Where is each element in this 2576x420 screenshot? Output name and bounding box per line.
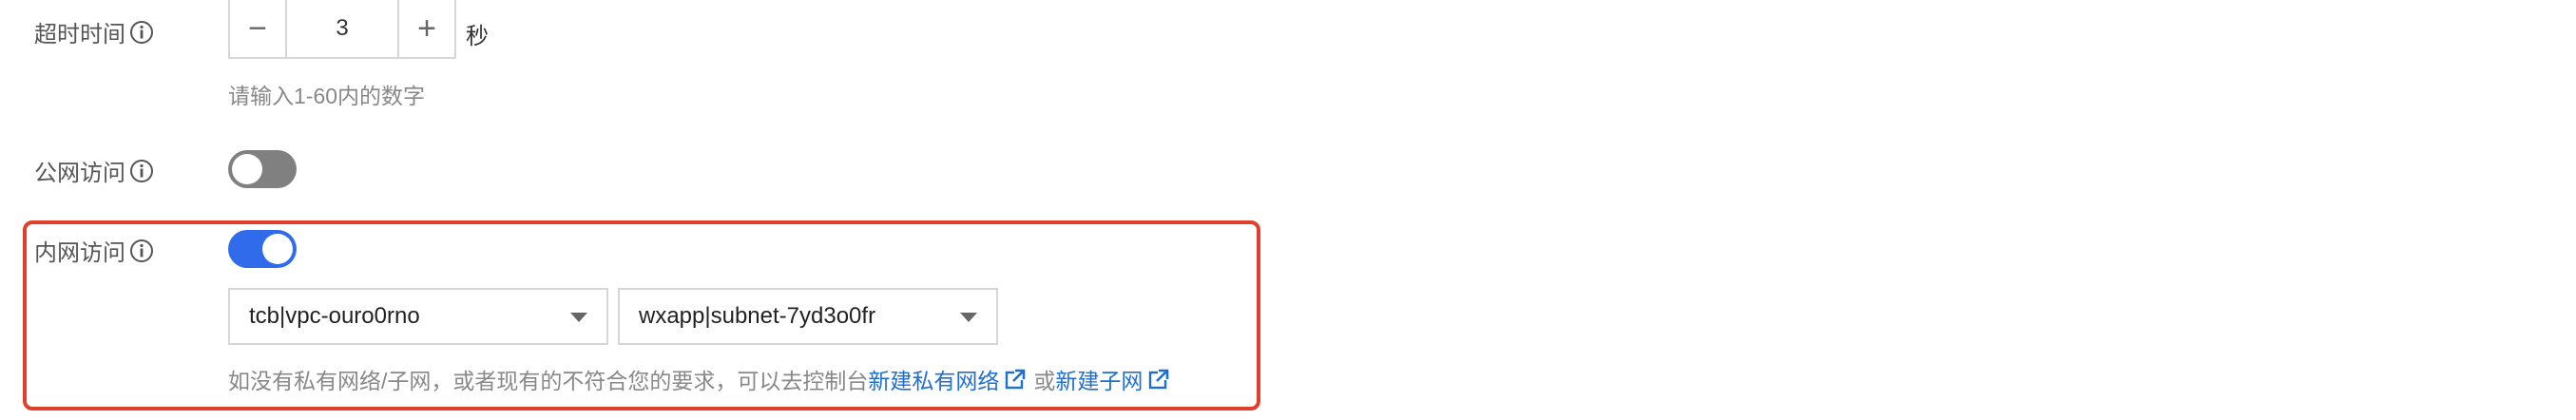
- private-access-label-row: 内网访问: [34, 234, 154, 267]
- public-access-toggle[interactable]: [228, 150, 297, 188]
- external-link-icon[interactable]: [1148, 369, 1169, 390]
- timeout-label-row: 超时时间: [34, 15, 154, 48]
- increment-button[interactable]: +: [397, 0, 454, 57]
- caret-down-icon: [570, 313, 587, 322]
- timeout-label: 超时时间: [34, 22, 125, 48]
- network-hint-text: 如没有私有网络/子网，或者现有的不符合您的要求，可以去控制台: [228, 369, 869, 393]
- private-access-label: 内网访问: [34, 240, 125, 266]
- info-circle-icon[interactable]: [129, 159, 154, 183]
- info-circle-icon[interactable]: [129, 239, 154, 263]
- timeout-stepper[interactable]: − 3 +: [228, 0, 456, 59]
- network-hint: 如没有私有网络/子网，或者现有的不符合您的要求，可以去控制台 新建私有网络 或 …: [228, 363, 1177, 395]
- subnet-select[interactable]: wxapp|subnet-7yd3o0fr: [618, 288, 998, 345]
- new-vpc-link[interactable]: 新建私有网络: [868, 363, 999, 395]
- public-access-label-row: 公网访问: [34, 154, 154, 187]
- caret-down-icon: [960, 313, 977, 322]
- private-access-toggle[interactable]: [228, 230, 297, 268]
- timeout-value-input[interactable]: 3: [287, 0, 397, 57]
- vpc-select[interactable]: tcb|vpc-ouro0rno: [228, 288, 608, 345]
- subnet-select-value: wxapp|subnet-7yd3o0fr: [639, 303, 876, 329]
- toggle-knob: [262, 234, 293, 264]
- new-subnet-link[interactable]: 新建子网: [1055, 363, 1143, 395]
- timeout-hint: 请输入1-60内的数字: [228, 84, 426, 108]
- vpc-select-value: tcb|vpc-ouro0rno: [249, 303, 420, 329]
- info-circle-icon[interactable]: [129, 20, 154, 45]
- public-access-label: 公网访问: [34, 161, 125, 186]
- decrement-button[interactable]: −: [230, 0, 287, 57]
- timeout-unit: 秒: [466, 24, 489, 49]
- network-hint-or: 或: [1033, 369, 1056, 393]
- external-link-icon[interactable]: [1005, 369, 1026, 390]
- toggle-knob: [232, 154, 262, 184]
